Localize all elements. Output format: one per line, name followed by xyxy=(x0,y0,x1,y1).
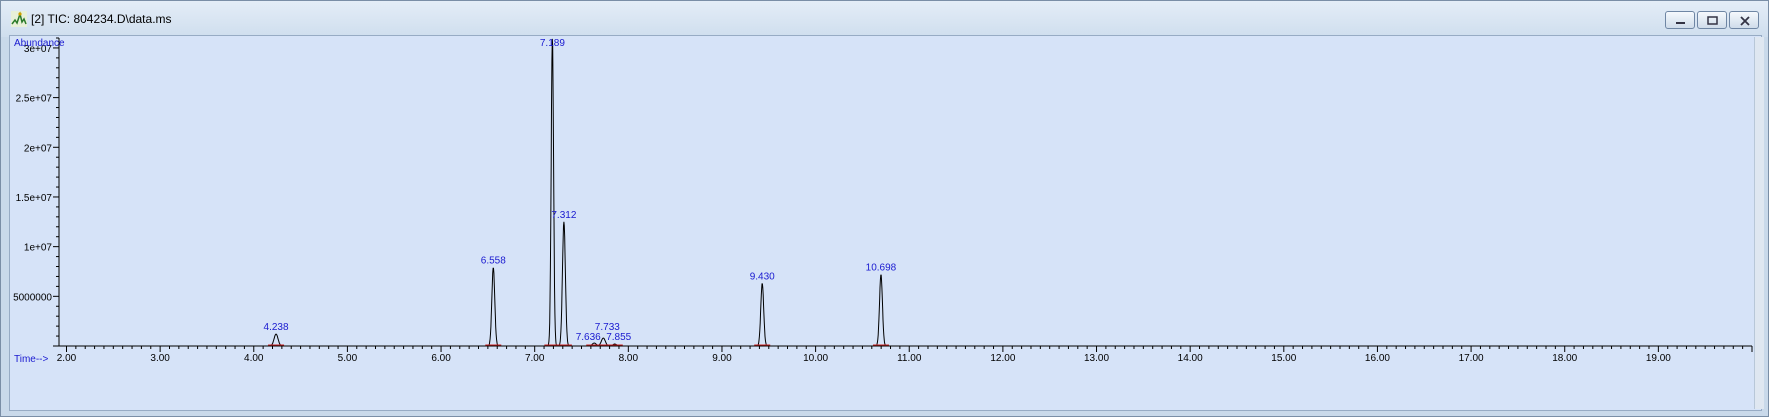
x-tick-label: 2.00 xyxy=(57,353,77,364)
x-tick-label: 4.00 xyxy=(244,353,264,364)
peak-label: 7.189 xyxy=(540,38,565,49)
window-title: [2] TIC: 804234.D\data.ms xyxy=(31,12,172,26)
peak-labels: 4.2386.5587.1897.3127.6367.7337.8559.430… xyxy=(264,38,897,343)
x-tick-label: 5.00 xyxy=(338,353,358,364)
x-tick-label: 13.00 xyxy=(1084,353,1109,364)
x-tick-label: 16.00 xyxy=(1365,353,1390,364)
close-button[interactable] xyxy=(1729,11,1759,29)
chromatogram-icon xyxy=(11,11,27,27)
peak-label: 7.312 xyxy=(551,210,576,221)
x-tick-label: 3.00 xyxy=(150,353,170,364)
tic-trace-line xyxy=(59,38,1752,347)
x-tick-label: 8.00 xyxy=(619,353,639,364)
tic-chromatogram: 2.00 3.00 4.00 5.00 6.00 7.00 8.00 9.00 10.00 11.… xyxy=(13,37,1753,365)
minimize-button[interactable] xyxy=(1665,11,1695,29)
y-tick-label: 2e+07 xyxy=(24,143,53,154)
x-tick-label: 17.00 xyxy=(1459,353,1484,364)
close-icon xyxy=(1740,16,1750,26)
x-tick-label: 7.00 xyxy=(525,353,545,364)
y-tick-label: 5000000 xyxy=(13,292,52,303)
restore-icon xyxy=(1707,16,1718,25)
y-tick-label: 2.5e+07 xyxy=(16,94,53,105)
x-tick-label: 9.00 xyxy=(712,353,732,364)
x-axis-label: Time--> xyxy=(14,354,49,365)
peak-label: 7.636 xyxy=(576,332,601,343)
traces xyxy=(59,38,1752,347)
axes xyxy=(58,38,1752,347)
peak-label: 10.698 xyxy=(866,262,897,273)
x-tick-label: 15.00 xyxy=(1271,353,1296,364)
y-axis-label: Abundance xyxy=(14,38,65,49)
vertical-scrollbar[interactable] xyxy=(1754,37,1764,409)
y-tick-label: 1e+07 xyxy=(24,243,53,254)
minimize-icon xyxy=(1676,22,1685,24)
peak-label: 6.558 xyxy=(481,256,506,267)
peak-label: 9.430 xyxy=(750,271,775,282)
chromatogram-window: [2] TIC: 804234.D\data.ms 2.00 3.00 4.00 5.… xyxy=(0,0,1769,417)
x-tick-label: 6.00 xyxy=(431,353,451,364)
x-tick-label: 18.00 xyxy=(1552,353,1577,364)
x-tick-label: 19.00 xyxy=(1646,353,1671,364)
plot-area[interactable]: 2.00 3.00 4.00 5.00 6.00 7.00 8.00 9.00 10.00 11.… xyxy=(9,35,1762,411)
x-tick-label: 12.00 xyxy=(990,353,1015,364)
x-tick-label: 10.00 xyxy=(803,353,828,364)
restore-button[interactable] xyxy=(1697,11,1727,29)
title-bar[interactable]: [2] TIC: 804234.D\data.ms xyxy=(1,1,1768,37)
peak-label: 4.238 xyxy=(264,322,289,333)
y-tick-label: 1.5e+07 xyxy=(16,193,53,204)
x-tick-label: 11.00 xyxy=(897,353,922,364)
peak-label: 7.855 xyxy=(606,332,631,343)
x-tick-label: 14.00 xyxy=(1178,353,1203,364)
